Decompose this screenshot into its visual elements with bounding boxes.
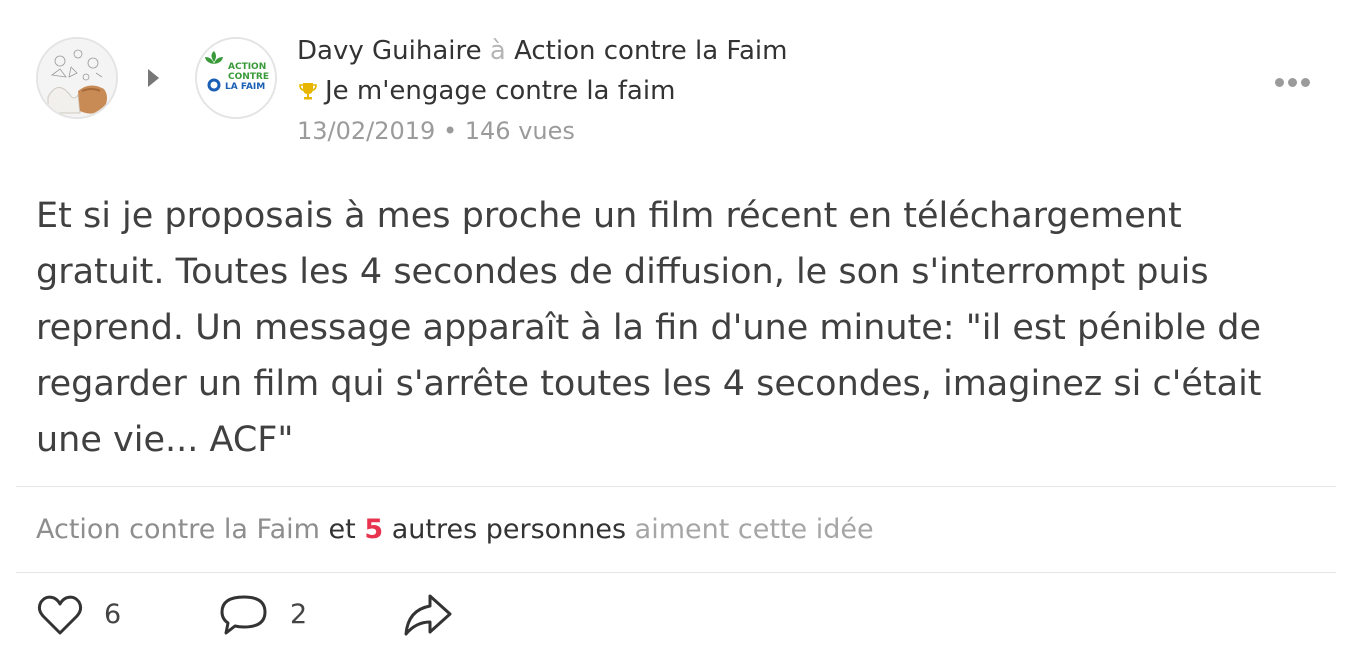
user-avatar-image	[38, 39, 116, 117]
org-logo[interactable]: ACTION CONTRE LA FAIM	[195, 37, 277, 119]
org-logo-line2: CONTRE	[228, 72, 269, 82]
post-header: Davy Guihaire à Action contre la Faim	[297, 34, 787, 68]
post-body: Et si je proposais à mes proche un film …	[36, 196, 1262, 460]
like-button[interactable]: 6	[36, 590, 121, 640]
trophy-icon	[299, 83, 317, 100]
more-dot	[1275, 78, 1284, 87]
comment-count: 2	[290, 599, 308, 630]
likes-tail: aiment cette idée	[634, 514, 874, 545]
divider	[16, 572, 1336, 573]
heart-icon	[37, 595, 83, 635]
comment-icon	[220, 595, 267, 635]
likes-summary: Action contre la Faim et 5 autres person…	[36, 512, 874, 548]
likes-others-label[interactable]: autres personnes	[392, 514, 626, 545]
likes-conjunction: et	[328, 514, 356, 545]
share-button[interactable]	[400, 590, 456, 640]
share-icon	[404, 594, 452, 636]
campaign-link[interactable]: Je m'engage contre la faim	[325, 74, 675, 108]
comment-button[interactable]: 2	[218, 590, 307, 640]
user-avatar[interactable]	[36, 37, 118, 119]
more-dot	[1301, 78, 1310, 87]
target-org-link[interactable]: Action contre la Faim	[514, 36, 787, 66]
more-dot	[1288, 78, 1297, 87]
header-separator: à	[489, 36, 506, 66]
campaign-line: Je m'engage contre la faim	[297, 74, 675, 108]
likes-others-count[interactable]: 5	[364, 514, 383, 545]
divider	[16, 486, 1336, 487]
post-meta: 13/02/2019 • 146 vues	[297, 115, 575, 147]
author-link[interactable]: Davy Guihaire	[297, 36, 482, 66]
meta-separator: •	[442, 117, 458, 145]
likes-org-link[interactable]: Action contre la Faim	[36, 514, 320, 545]
org-logo-image: ACTION CONTRE LA FAIM	[197, 39, 275, 117]
org-logo-line1: ACTION	[228, 62, 266, 72]
more-icon[interactable]	[1275, 78, 1310, 87]
post-date: 13/02/2019	[297, 117, 436, 145]
like-count: 6	[104, 599, 122, 630]
arrow-right-icon	[148, 69, 159, 87]
view-count: 146 vues	[464, 117, 575, 145]
org-logo-line3: LA FAIM	[225, 82, 265, 92]
